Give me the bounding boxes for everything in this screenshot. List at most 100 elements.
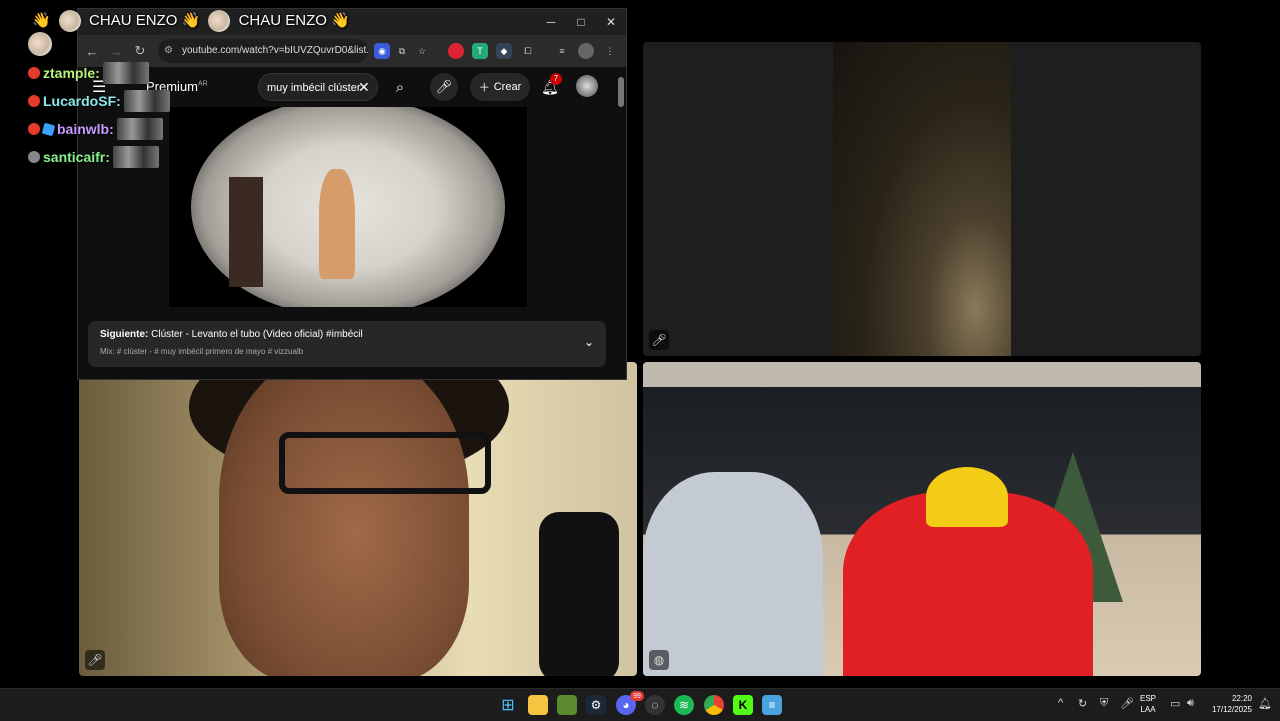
camera-feed-glasses (279, 432, 491, 494)
more-menu-icon[interactable]: ⋮ (602, 43, 618, 59)
badge-icon (28, 67, 40, 79)
install-app-icon[interactable]: ⧉ (394, 43, 410, 59)
network-icon[interactable]: ▭ (1170, 697, 1180, 710)
back-button[interactable]: ← (82, 41, 102, 61)
santa-emote (58, 10, 81, 32)
minimize-button[interactable]: ─ (536, 11, 566, 33)
extensions-puzzle-icon[interactable]: ⧠ (520, 43, 536, 59)
chat-emote (112, 146, 159, 168)
up-next-title: Siguiente: Clúster - Levanto el tubo (Vi… (100, 329, 363, 340)
logo-country: AR (198, 80, 208, 88)
wave-emoji: 👋 (181, 11, 201, 29)
maximize-button[interactable]: □ (566, 11, 596, 33)
video-tile-bottom-left[interactable]: 🎤︎ (79, 362, 637, 676)
chevron-down-icon[interactable]: ⌄ (584, 335, 594, 349)
chat-username: bainwlb: (57, 121, 114, 137)
notepad-icon[interactable]: ≡ (762, 695, 782, 715)
chat-emote (116, 118, 163, 140)
search-icon[interactable]: ⌕ (386, 73, 414, 101)
create-label: Crear (493, 81, 522, 93)
url-text: youtube.com/watch?v=bIUVZQuvrD0&list... (182, 45, 368, 56)
chat-message: ztample: (28, 62, 149, 84)
announcement-text: CHAU ENZO (238, 11, 327, 29)
browser-window: ─ □ ✕ ← → ↻ ⚙ youtube.com/watch?v=bIUVZQ… (77, 8, 627, 380)
sync-icon[interactable]: ↻ (1078, 697, 1087, 710)
toolbar: ← → ↻ ⚙ youtube.com/watch?v=bIUVZQuvrD0&… (78, 35, 626, 67)
chat-emote (102, 62, 149, 84)
clock-date: 17/12/2025 (1211, 705, 1252, 714)
notifications-icon[interactable]: 🔔︎ (1258, 697, 1272, 710)
camera-feed-person (643, 472, 823, 676)
minecraft-icon[interactable] (557, 695, 577, 715)
create-button[interactable]: ＋ Crear (470, 73, 530, 101)
camera-feed-hat (926, 467, 1008, 527)
wave-emoji: 👋 (32, 11, 51, 29)
extension-icon[interactable]: ◆ (496, 43, 512, 59)
up-next-panel[interactable]: Siguiente: Clúster - Levanto el tubo (Vi… (88, 321, 606, 367)
badge-icon (28, 123, 40, 135)
system-clock[interactable]: 22:20 17/12/2025 (1206, 693, 1252, 715)
discord-badge: 99 (630, 691, 644, 701)
up-next-mix: Mix: # clúster - # muy imbécil primero d… (100, 347, 304, 356)
chrome-icon[interactable] (704, 695, 724, 715)
file-explorer-icon[interactable] (528, 695, 548, 715)
camera-feed-microphone (539, 512, 619, 676)
badge-icon (28, 95, 40, 107)
app-icon[interactable]: ◌ (645, 695, 665, 715)
voice-search-icon[interactable]: 🎤︎ (430, 73, 458, 101)
plus-icon: ＋ (478, 82, 490, 94)
mic-muted-icon: 🎤︎ (649, 330, 669, 350)
notification-count-badge: 7 (550, 73, 562, 85)
badge-icon (28, 151, 40, 163)
camera-off-icon: ◍ (649, 650, 669, 670)
steam-icon[interactable]: ⚙ (586, 695, 606, 715)
clear-search-icon[interactable]: ✕ (358, 79, 370, 96)
reload-button[interactable]: ↻ (130, 41, 150, 61)
volume-icon[interactable]: 🔊︎ (1187, 697, 1194, 710)
chat-message: santicaifr: (28, 146, 159, 168)
chat-username: ztample: (43, 65, 100, 81)
bookmark-star-icon[interactable]: ☆ (414, 43, 430, 59)
keyboard-layout: LAA (1140, 705, 1156, 714)
scrollbar[interactable] (618, 77, 624, 107)
language-indicator[interactable]: ESP LAA (1140, 693, 1156, 715)
address-bar[interactable]: ⚙ youtube.com/watch?v=bIUVZQuvrD0&list..… (158, 39, 368, 63)
language-code: ESP (1140, 694, 1157, 703)
microphone-icon[interactable]: 🎤︎ (1120, 697, 1134, 710)
close-button[interactable]: ✕ (596, 11, 626, 33)
mic-muted-icon: 🎤︎ (85, 650, 105, 670)
camera-feed (833, 42, 1011, 356)
kick-icon[interactable]: K (733, 695, 753, 715)
spotify-icon[interactable]: ≋ (674, 695, 694, 715)
video-player[interactable] (169, 107, 527, 307)
announcement-text: CHAU ENZO (89, 11, 178, 29)
santa-emote (208, 10, 231, 32)
site-info-icon[interactable]: ⚙ (164, 39, 173, 63)
wave-emoji: 👋 (331, 11, 350, 29)
lens-icon[interactable]: ◉ (374, 43, 390, 59)
extension-icon[interactable]: T (472, 43, 488, 59)
forward-button[interactable]: → (106, 41, 126, 61)
security-shield-icon[interactable]: ⛨ (1100, 697, 1108, 710)
cube-badge-icon (41, 122, 56, 136)
profile-avatar-icon[interactable] (578, 43, 594, 59)
start-windows-icon[interactable]: ⊞ (498, 695, 518, 715)
chat-message: LucardoSF: (28, 90, 170, 112)
video-frame-person (319, 169, 355, 279)
clock-time: 22:20 (1231, 694, 1252, 703)
chat-message: bainwlb: (28, 118, 163, 140)
camera-feed-person (219, 362, 469, 676)
media-controls-icon[interactable]: ≡ (554, 43, 570, 59)
chat-emote (28, 32, 52, 56)
extension-icon[interactable] (448, 43, 464, 59)
chat-username: santicaifr: (43, 149, 110, 165)
up-next-prefix: Siguiente: (100, 329, 149, 340)
video-tile-top-right[interactable]: 🎤︎ (643, 42, 1201, 356)
video-tile-bottom-right[interactable]: ◍ (643, 362, 1201, 676)
account-avatar[interactable] (576, 75, 598, 97)
announcement-overlay: 👋 CHAU ENZO 👋 CHAU ENZO 👋 (32, 10, 350, 32)
video-frame-door (229, 177, 263, 287)
chat-username: LucardoSF: (43, 93, 121, 109)
taskbar: ⊞ ⚙ ◕ 99 ◌ ≋ K ≡ ^ ↻ ⛨ 🎤︎ ESP LAA ▭ 🔊︎ 2… (0, 688, 1280, 721)
show-hidden-icons-chevron[interactable]: ^ (1058, 697, 1063, 709)
